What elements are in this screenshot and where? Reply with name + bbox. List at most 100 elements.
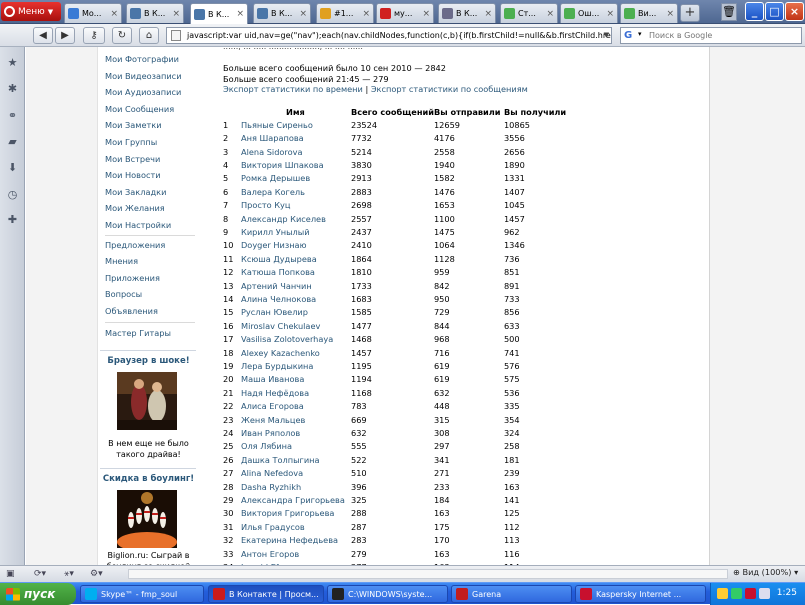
close-tab-icon[interactable]: ×	[299, 9, 307, 19]
header-sent[interactable]: Вы отправили	[434, 105, 504, 118]
sidebar-link[interactable]: Предложения	[105, 240, 165, 250]
volume-icon[interactable]	[759, 588, 770, 599]
close-tab-icon[interactable]: ×	[484, 9, 492, 19]
row-name-link[interactable]: Надя Нефёдова	[241, 386, 351, 399]
row-name-link[interactable]: Ромка Дерышев	[241, 172, 351, 185]
close-tab-icon[interactable]: ×	[362, 9, 370, 19]
sidebar-link[interactable]: Мои Заметки	[105, 120, 162, 130]
close-tab-icon[interactable]: ×	[666, 9, 674, 19]
row-name-link[interactable]: Miroslav Chekulaev	[241, 319, 351, 332]
browser-tab[interactable]: Ош... ×	[560, 3, 618, 23]
row-name-link[interactable]: Катюша Попкова	[241, 265, 351, 278]
wand-button[interactable]: ⚷	[83, 27, 105, 44]
sidebar-link[interactable]: Мои Настройки	[105, 220, 171, 230]
row-name-link[interactable]: Маша Иванова	[241, 373, 351, 386]
browser-tab[interactable]: В К... ×	[126, 3, 184, 23]
close-tab-icon[interactable]: ×	[110, 9, 118, 19]
taskbar-task[interactable]: В Контакте | Просм...	[208, 585, 324, 603]
promo-image-bowling[interactable]	[117, 490, 177, 548]
row-name-link[interactable]: Антон Егоров	[241, 547, 351, 560]
browser-tab[interactable]: Ви... ×	[620, 3, 678, 23]
taskbar-task[interactable]: C:\WINDOWS\syste...	[327, 585, 448, 603]
browser-tab[interactable]: му... ×	[376, 3, 434, 23]
sidebar-link[interactable]: Мастер Гитары	[105, 328, 171, 338]
row-name-link[interactable]: Алиса Егорова	[241, 400, 351, 413]
row-name-link[interactable]: Оля Лябина	[241, 440, 351, 453]
promo-text-browser[interactable]: В нем еще не было такого драйва!	[101, 438, 196, 460]
sidebar-link[interactable]: Мои Аудиозаписи	[105, 87, 181, 97]
close-tab-icon[interactable]: ×	[546, 9, 554, 19]
export-time-link[interactable]: Экспорт статистики по времени	[223, 84, 363, 94]
chevron-down-icon[interactable]: ▼	[604, 28, 609, 43]
browser-tab[interactable]: #1... ×	[316, 3, 374, 23]
minimize-button[interactable]: _	[745, 2, 764, 21]
close-tab-icon[interactable]: ×	[172, 9, 180, 19]
row-name-link[interactable]: Алина Челнокова	[241, 292, 351, 305]
sidebar-link[interactable]: Мои Фотографии	[105, 54, 179, 64]
header-name[interactable]: Имя	[241, 105, 351, 118]
start-button[interactable]: пуск	[0, 583, 76, 605]
row-name-link[interactable]: Екатерина Нефедьева	[241, 534, 351, 547]
row-name-link[interactable]: Виктория Григорьева	[241, 507, 351, 520]
browser-tab[interactable]: В К... ×	[253, 3, 311, 23]
back-button[interactable]: ◀	[33, 27, 53, 44]
row-name-link[interactable]: Артений Чанчин	[241, 279, 351, 292]
notes-icon[interactable]: ▰	[6, 135, 19, 148]
row-name-link[interactable]: Ксюша Дудырева	[241, 252, 351, 265]
browser-tab[interactable]: Мо... ×	[64, 3, 122, 23]
browser-tab[interactable]: В К... ×	[438, 3, 496, 23]
home-button[interactable]: ⌂	[139, 27, 159, 44]
row-name-link[interactable]: Дашка Толпыгина	[241, 453, 351, 466]
browser-tab[interactable]: В К... ×	[190, 3, 248, 24]
row-name-link[interactable]: Александр Киселев	[241, 212, 351, 225]
row-name-link[interactable]: Александра Григорьева	[241, 493, 351, 506]
row-name-link[interactable]: Руслан Ювелир	[241, 306, 351, 319]
horizontal-scrollbar[interactable]	[128, 569, 728, 579]
sidebar-link[interactable]: Мнения	[105, 256, 138, 266]
sidebar-link[interactable]: Объявления	[105, 306, 158, 316]
close-tab-icon[interactable]: ×	[606, 9, 614, 19]
chevron-down-icon[interactable]: ▾	[638, 30, 642, 38]
panel-toggle-icon[interactable]: ▣	[6, 568, 15, 580]
network-icon[interactable]	[717, 588, 728, 599]
settings-icon[interactable]: ⚙▾	[90, 568, 103, 580]
promo-image-browser[interactable]	[117, 372, 177, 430]
speed-dial-icon[interactable]: ⟳▾	[34, 568, 46, 580]
address-field[interactable]: javascript:var uid,nav=ge("nav");each(na…	[166, 27, 612, 44]
row-name-link[interactable]: Dasha Ryzhikh	[241, 480, 351, 493]
row-name-link[interactable]: Alina Nefedova	[241, 467, 351, 480]
header-received[interactable]: Вы получили	[504, 105, 574, 118]
row-name-link[interactable]: Alena Sidorova	[241, 145, 351, 158]
unite-icon[interactable]: ⚭	[6, 109, 19, 122]
turbo-icon[interactable]: ⚹▾	[64, 568, 74, 580]
browser-tab[interactable]: Ст... ×	[500, 3, 558, 23]
row-name-link[interactable]: Кирилл Унылый	[241, 225, 351, 238]
taskbar-task[interactable]: Kaspersky Internet ...	[575, 585, 706, 603]
opera-menu-button[interactable]: Меню ▼	[1, 2, 61, 21]
bookmarks-icon[interactable]: ★	[6, 56, 19, 69]
row-name-link[interactable]: Пьяные Сиреньо	[241, 118, 351, 131]
sidebar-link[interactable]: Вопросы	[105, 289, 142, 299]
close-window-button[interactable]: ×	[785, 2, 804, 21]
row-name-link[interactable]: Аня Шарапова	[241, 131, 351, 144]
search-box[interactable]: G ▾	[620, 27, 802, 44]
trash-icon[interactable]: 🗑	[721, 3, 737, 21]
row-name-link[interactable]: Лера Бурдыкина	[241, 359, 351, 372]
sidebar-link[interactable]: Мои Закладки	[105, 187, 166, 197]
zoom-control[interactable]: ⊕ Вид (100%) ▾	[733, 567, 798, 577]
history-icon[interactable]: ◷	[6, 188, 19, 201]
export-messages-link[interactable]: Экспорт статистики по сообщениям	[371, 84, 528, 94]
row-name-link[interactable]: Alexey Kazachenko	[241, 346, 351, 359]
sidebar-link[interactable]: Мои Видеозаписи	[105, 71, 182, 81]
row-name-link[interactable]: Doyger Низнаю	[241, 239, 351, 252]
sidebar-link[interactable]: Мои Желания	[105, 203, 165, 213]
new-tab-button[interactable]: +	[680, 4, 700, 22]
tray-app-icon[interactable]	[731, 588, 742, 599]
close-tab-icon[interactable]: ×	[236, 9, 244, 19]
kaspersky-icon[interactable]	[745, 588, 756, 599]
taskbar-task[interactable]: Garena	[451, 585, 572, 603]
row-name-link[interactable]: Vasilisa Zolotoverhaya	[241, 333, 351, 346]
row-name-link[interactable]: Виктория Шпакова	[241, 158, 351, 171]
search-input[interactable]	[649, 29, 799, 42]
sidebar-link[interactable]: Приложения	[105, 273, 160, 283]
